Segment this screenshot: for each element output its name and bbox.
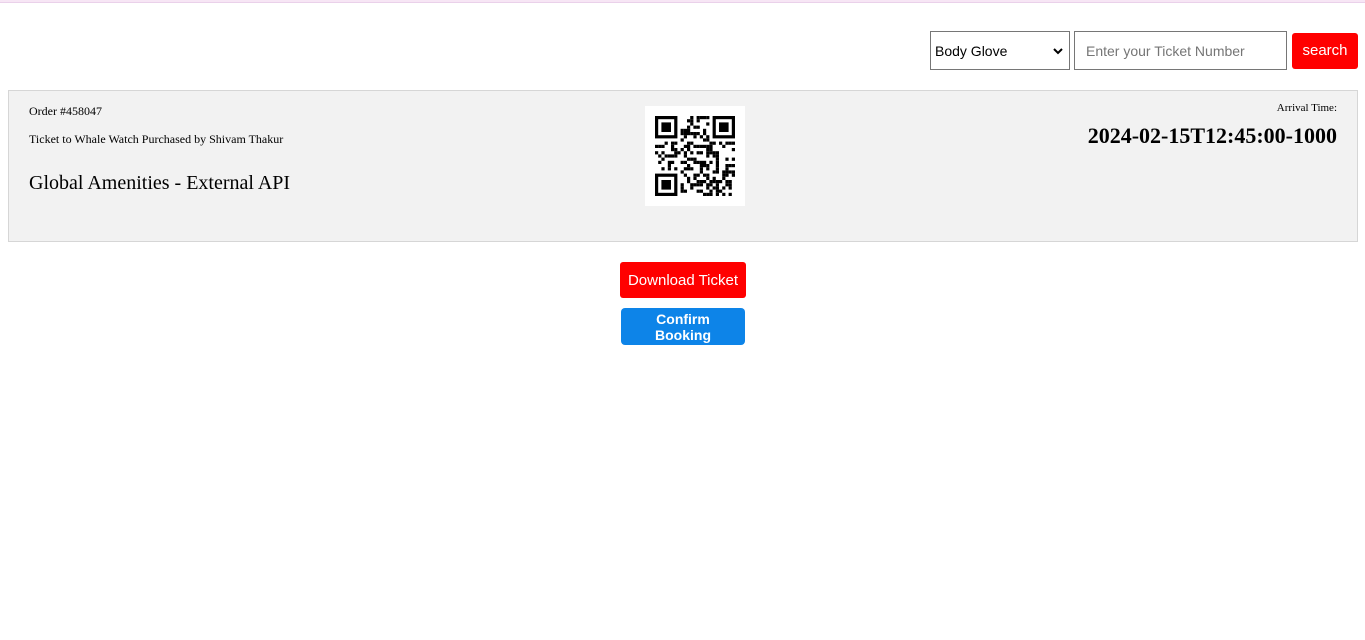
search-bar: Body Glove Enter your Ticket Number sear…: [930, 31, 1358, 70]
purchase-description: Ticket to Whale Watch Purchased by Shiva…: [29, 132, 284, 146]
ticket-number-input[interactable]: Enter your Ticket Number: [1074, 31, 1287, 70]
ticket-number-placeholder: Enter your Ticket Number: [1086, 42, 1245, 59]
amenity-name: Global Amenities - External API: [29, 172, 291, 194]
chevron-down-icon: [1053, 47, 1063, 54]
search-button[interactable]: search: [1292, 32, 1358, 69]
qr-code-icon: [645, 106, 745, 206]
confirm-booking-button[interactable]: Confirm Booking: [621, 308, 745, 345]
provider-select-value: Body Glove: [935, 42, 1008, 59]
arrival-time-value: 2024-02-15T12:45:00-1000: [1087, 123, 1337, 148]
qr-code-graphic: [655, 116, 735, 196]
top-border: [0, 0, 1365, 3]
arrival-time-label: Arrival Time:: [1276, 102, 1337, 114]
ticket-card: Order #458047 Ticket to Whale Watch Purc…: [8, 90, 1358, 242]
provider-select[interactable]: Body Glove: [930, 31, 1070, 70]
download-ticket-button[interactable]: Download Ticket: [620, 262, 746, 298]
order-number: Order #458047: [29, 104, 102, 118]
